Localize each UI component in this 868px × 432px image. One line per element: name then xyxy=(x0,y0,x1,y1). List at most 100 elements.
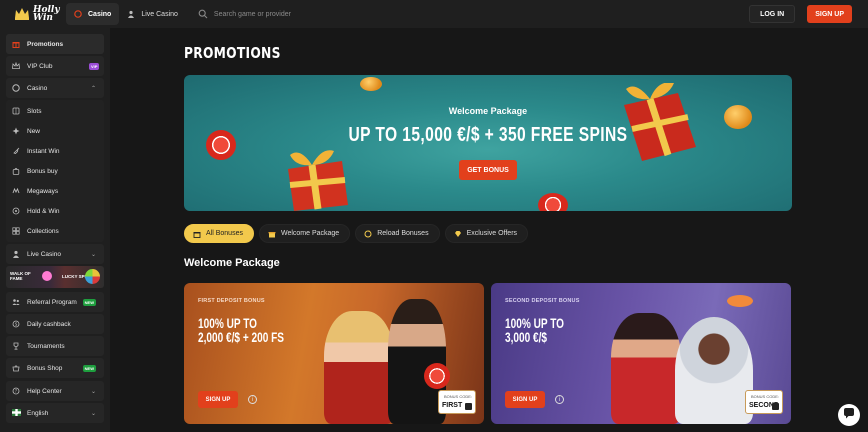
roulette-icon xyxy=(424,363,450,389)
tab-casino[interactable]: Casino xyxy=(66,3,120,25)
cashback-icon: $ xyxy=(12,320,20,328)
sidebar-item-label: Bonus buy xyxy=(27,167,58,175)
chevron-down-icon[interactable]: ⌄ xyxy=(91,388,96,395)
sidebar-item-label: Referral Program xyxy=(27,298,77,306)
live-casino-icon xyxy=(12,250,20,258)
sidebar-item-live-casino[interactable]: Live Casino ⌄ xyxy=(6,244,104,264)
svg-text:$: $ xyxy=(15,322,18,328)
sidebar-item-label: Hold & Win xyxy=(27,207,60,215)
bonus-code-box[interactable]: BONUS CODE: FIRST xyxy=(438,390,476,414)
new-badge: NEW xyxy=(82,364,96,372)
search-placeholder: Search game or provider xyxy=(213,10,291,18)
welcome-icon xyxy=(268,230,276,238)
card-title-line2: 2,000 €/$ + 200 FS xyxy=(198,329,285,345)
top-bar: Holly Win Casino Live Casino Search game … xyxy=(0,0,868,28)
bonus-code-value: FIRST xyxy=(442,402,463,409)
info-icon[interactable]: i xyxy=(555,395,564,404)
signup-button[interactable]: SIGN UP xyxy=(807,5,852,23)
sidebar-item-label: Tournaments xyxy=(27,342,65,350)
collections-icon xyxy=(12,227,20,235)
sidebar-item-label: Live Casino xyxy=(27,250,61,258)
filter-label: Reload Bonuses xyxy=(377,230,429,237)
ball-icon xyxy=(42,271,52,281)
bonus-code-label: BONUS CODE: xyxy=(443,394,472,399)
bonus-filter-tabs: All Bonuses Welcome Package Reload Bonus… xyxy=(184,224,529,243)
filter-reload-bonuses[interactable]: Reload Bonuses xyxy=(355,224,440,243)
card-title: 100% UP TO 3,000 €/$ xyxy=(505,316,649,344)
diamond-icon xyxy=(454,230,462,238)
sidebar-item-promotions[interactable]: Promotions xyxy=(6,34,104,54)
sidebar-item-label: Casino xyxy=(27,84,48,92)
sidebar-item-instant-win[interactable]: Instant Win xyxy=(6,141,104,161)
sidebar-item-referral-program[interactable]: Referral Program NEW xyxy=(6,292,104,312)
chevron-down-icon[interactable]: ⌄ xyxy=(91,251,96,258)
sidebar-item-bonus-shop[interactable]: Bonus Shop NEW xyxy=(6,358,104,378)
sign-up-button[interactable]: SIGN UP xyxy=(198,391,238,408)
search-input[interactable]: Search game or provider xyxy=(192,3,297,25)
planet-icon xyxy=(727,295,753,307)
sidebar-item-label: Promotions xyxy=(27,40,64,48)
sidebar-item-help-center[interactable]: ? Help Center ⌄ xyxy=(6,381,104,401)
get-bonus-button[interactable]: GET BONUS xyxy=(459,160,517,180)
logo-crown-icon xyxy=(14,6,30,22)
referral-icon xyxy=(12,298,20,306)
gift-icon xyxy=(12,40,20,48)
card-kicker: SECOND DEPOSIT BONUS xyxy=(505,298,580,304)
filter-exclusive-offers[interactable]: Exclusive Offers xyxy=(444,224,529,243)
wheel-icon xyxy=(85,269,100,284)
sidebar-item-daily-cashback[interactable]: $ Daily cashback xyxy=(6,314,104,334)
sidebar-item-label: Slots xyxy=(27,107,42,115)
gift-box-icon xyxy=(282,147,354,211)
chevron-down-icon[interactable]: ⌄ xyxy=(91,410,96,417)
sidebar-item-label: Bonus Shop xyxy=(27,364,63,372)
second-deposit-bonus-card[interactable]: SECOND DEPOSIT BONUS 100% UP TO 3,000 €/$… xyxy=(491,283,791,424)
shop-icon xyxy=(12,364,20,372)
chat-support-button[interactable] xyxy=(838,404,860,426)
sidebar-item-label: Help Center xyxy=(27,387,62,395)
chat-icon xyxy=(843,406,855,424)
sidebar-item-tournaments[interactable]: Tournaments xyxy=(6,336,104,356)
welcome-hero-banner[interactable]: Welcome Package UP TO 15,000 €/$ + 350 F… xyxy=(184,75,792,211)
casino-chip-icon xyxy=(538,193,568,211)
tab-casino-label: Casino xyxy=(88,10,112,18)
filter-welcome-package[interactable]: Welcome Package xyxy=(258,224,351,243)
copy-icon[interactable] xyxy=(772,403,779,410)
filter-label: Welcome Package xyxy=(280,230,340,237)
first-deposit-bonus-card[interactable]: FIRST DEPOSIT BONUS 100% UP TO 2,000 €/$ … xyxy=(184,283,484,424)
sidebar-item-new[interactable]: New xyxy=(6,121,104,141)
card-title: 100% UP TO 2,000 €/$ + 200 FS xyxy=(198,316,342,344)
chevron-up-icon[interactable]: ⌃ xyxy=(91,85,96,92)
login-button[interactable]: LOG IN xyxy=(749,5,796,23)
astronaut-illustration xyxy=(675,317,753,424)
tab-live-casino[interactable]: Live Casino xyxy=(119,3,186,25)
vip-badge: VIP xyxy=(89,62,100,70)
logo[interactable]: Holly Win xyxy=(0,0,60,28)
sidebar-item-casino[interactable]: Casino ⌃ xyxy=(6,78,104,98)
sparkle-icon xyxy=(12,127,20,135)
tab-live-casino-label: Live Casino xyxy=(141,10,178,18)
sidebar-item-vip-club[interactable]: VIP Club VIP xyxy=(6,56,104,76)
sidebar-item-collections[interactable]: Collections xyxy=(6,221,104,241)
sidebar-item-megaways[interactable]: Megaways xyxy=(6,181,104,201)
bag-icon xyxy=(12,167,20,175)
hold-win-icon xyxy=(12,207,20,215)
live-casino-icon xyxy=(127,10,135,18)
copy-icon[interactable] xyxy=(465,403,472,410)
hero-subtitle: Welcome Package xyxy=(448,106,528,116)
filter-all-bonuses[interactable]: All Bonuses xyxy=(184,224,254,243)
sign-up-button[interactable]: SIGN UP xyxy=(505,391,545,408)
section-title-welcome-package: Welcome Package xyxy=(184,257,280,269)
sidebar-item-label: VIP Club xyxy=(27,62,53,70)
bonus-code-box[interactable]: BONUS CODE: SECOND xyxy=(745,390,783,414)
sidebar-item-slots[interactable]: Slots xyxy=(6,101,104,121)
new-badge: NEW xyxy=(82,298,96,306)
sidebar-item-label: Daily cashback xyxy=(27,320,71,328)
filter-label: Exclusive Offers xyxy=(466,230,518,237)
walk-of-fame-lucky-spin-banner[interactable]: WALK OF FAME LUCKY SPIN xyxy=(6,266,104,288)
sidebar-item-language[interactable]: English ⌄ xyxy=(6,403,104,423)
walk-of-fame-label: WALK OF FAME xyxy=(10,271,31,281)
sidebar-item-bonus-buy[interactable]: Bonus buy xyxy=(6,161,104,181)
sidebar-item-label: Collections xyxy=(27,227,59,235)
info-icon[interactable]: i xyxy=(248,395,257,404)
sidebar-item-hold-win[interactable]: Hold & Win xyxy=(6,201,104,221)
